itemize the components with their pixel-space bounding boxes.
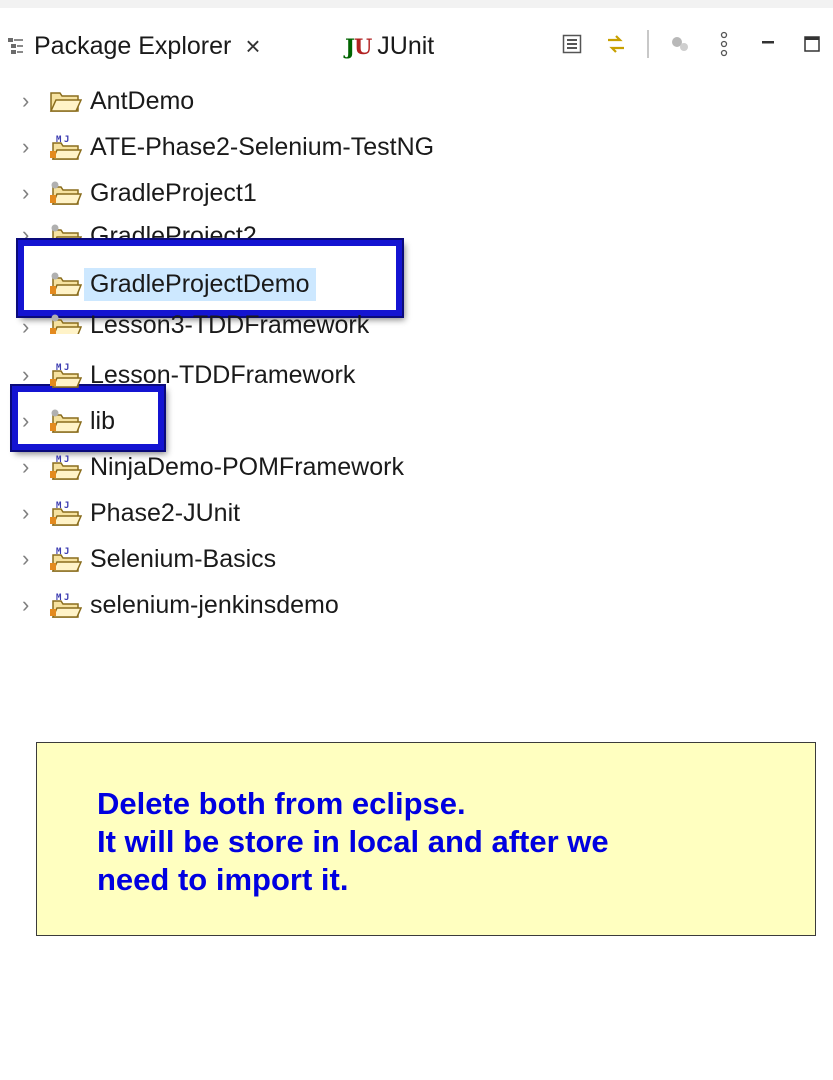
link-with-editor-icon[interactable]: [603, 30, 629, 58]
tree-item-antdemo[interactable]: › AntDemo: [0, 78, 194, 124]
junit-icon: JU: [345, 33, 372, 59]
maven-project-icon: [48, 361, 82, 389]
view-menu-icon[interactable]: [711, 30, 737, 58]
tree-item-label: GradleProject1: [90, 178, 257, 207]
chevron-right-icon[interactable]: ›: [0, 134, 48, 160]
close-tab-icon[interactable]: ×: [245, 31, 260, 62]
chevron-right-icon[interactable]: ›: [0, 314, 48, 334]
chevron-right-icon[interactable]: ›: [0, 88, 48, 114]
tree-item-gradleprojectdemo[interactable]: › GradleProjectDemo: [0, 261, 316, 307]
gradle-project-icon: [48, 270, 82, 298]
tree-item-label: Selenium-Basics: [90, 544, 277, 573]
top-strip: [0, 0, 833, 8]
tree-item-lesson-tddframework[interactable]: › Lesson-TDDFramework: [0, 352, 355, 398]
tree-item-label: selenium-jenkinsdemo: [90, 590, 339, 619]
note-line: It will be store in local and after we: [97, 824, 609, 859]
note-line: Delete both from eclipse.: [97, 786, 466, 821]
chevron-right-icon[interactable]: ›: [0, 500, 48, 526]
toolbar-separator: [647, 30, 649, 58]
tab-junit-label: JUnit: [377, 31, 435, 60]
chevron-right-icon[interactable]: ›: [0, 454, 48, 480]
maximize-icon[interactable]: [799, 30, 825, 58]
tab-junit[interactable]: JU JUnit: [345, 22, 434, 70]
minimize-icon[interactable]: [755, 30, 781, 58]
collapse-all-icon[interactable]: [559, 30, 585, 58]
tree-item-label: GradleProject2: [90, 222, 257, 238]
annotation-note: Delete both from eclipse. It will be sto…: [36, 742, 816, 936]
chevron-right-icon[interactable]: ›: [0, 592, 48, 618]
maven-project-icon: [48, 591, 82, 619]
chevron-right-icon[interactable]: ›: [0, 546, 48, 572]
gradle-project-icon: [48, 179, 82, 207]
package-explorer-icon: [8, 37, 24, 55]
tree-item-label: Phase2-JUnit: [90, 498, 241, 527]
tree-item-ate-phase2-selenium-testng[interactable]: › ATE-Phase2-Selenium-TestNG: [0, 124, 434, 170]
maven-project-icon: [48, 499, 82, 527]
view-toolbar: [559, 28, 825, 60]
chevron-right-icon[interactable]: ›: [0, 222, 48, 238]
folder-project-icon: [48, 87, 82, 115]
maven-project-icon: [48, 545, 82, 573]
tree-item-label: AntDemo: [90, 86, 195, 115]
tree-item-lesson3-tddframework[interactable]: › Lesson3-TDDFramework: [0, 310, 369, 334]
view-tab-bar: Package Explorer × JU JUnit: [0, 22, 833, 70]
tree-item-selenium-basics[interactable]: › Selenium-Basics: [0, 536, 276, 582]
tree-item-label: GradleProjectDemo: [84, 267, 316, 301]
tree-item-gradleproject2[interactable]: › GradleProject2: [0, 216, 257, 238]
tree-item-label: NinjaDemo-POMFramework: [90, 452, 404, 481]
maven-project-icon: [48, 133, 82, 161]
chevron-right-icon[interactable]: ›: [0, 362, 48, 388]
tree-item-label: ATE-Phase2-Selenium-TestNG: [90, 132, 435, 161]
maven-project-icon: [48, 453, 82, 481]
chevron-right-icon[interactable]: ›: [0, 180, 48, 206]
tree-item-selenium-jenkinsdemo[interactable]: › selenium-jenkinsdemo: [0, 582, 339, 628]
tree-item-lib[interactable]: › lib: [0, 398, 115, 444]
tree-item-phase2-junit[interactable]: › Phase2-JUnit: [0, 490, 240, 536]
tree-item-label: Lesson-TDDFramework: [90, 360, 356, 389]
gradle-project-icon: [48, 222, 82, 238]
note-line: need to import it.: [97, 862, 349, 897]
gradle-project-icon: [48, 312, 82, 334]
chevron-right-icon[interactable]: ›: [0, 408, 48, 434]
tree-item-label: lib: [90, 406, 116, 435]
tab-package-explorer-label: Package Explorer: [34, 31, 232, 60]
tree-item-label: Lesson3-TDDFramework: [90, 311, 370, 334]
tab-package-explorer[interactable]: Package Explorer ×: [8, 22, 335, 70]
gradle-project-icon: [48, 407, 82, 435]
tree-item-gradleproject1[interactable]: › GradleProject1: [0, 170, 257, 216]
run-icon[interactable]: [667, 30, 693, 58]
tree-item-ninjademo-pomframework[interactable]: › NinjaDemo-POMFramework: [0, 444, 404, 490]
